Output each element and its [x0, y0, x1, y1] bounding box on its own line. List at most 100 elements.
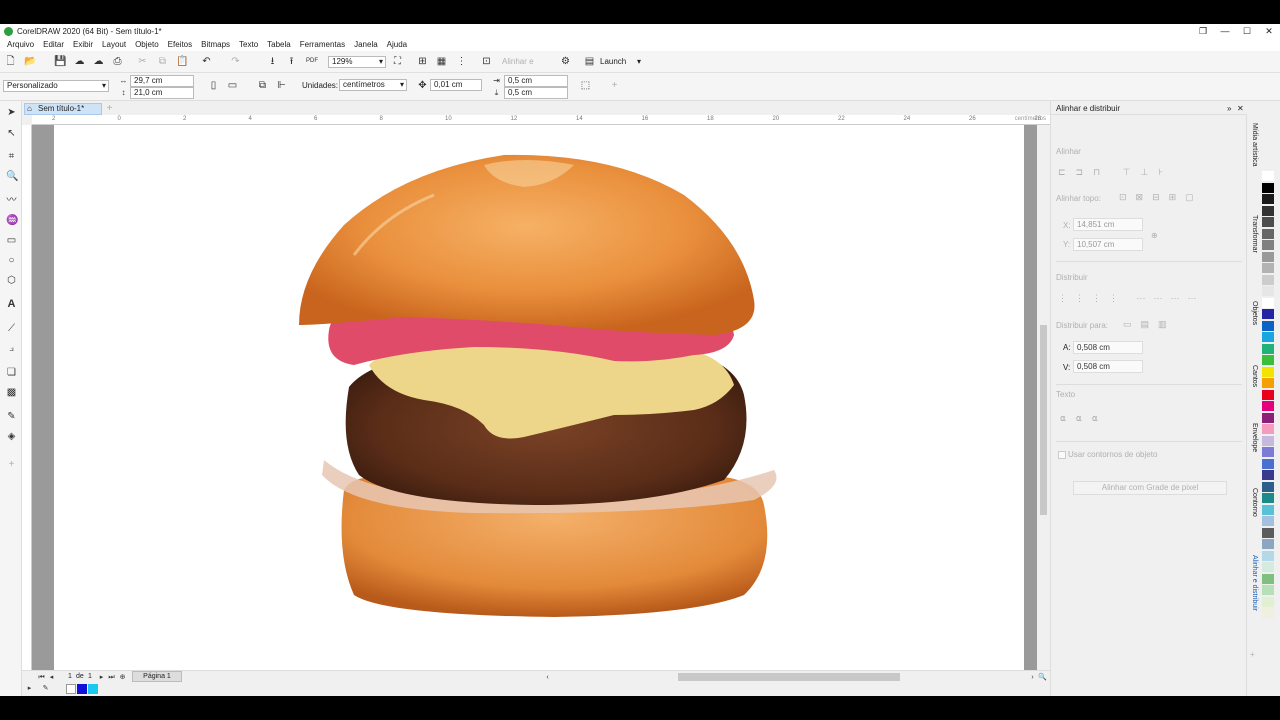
- docker-close-icon[interactable]: ✕: [1237, 104, 1244, 114]
- polygon-tool-icon[interactable]: ⬡: [6, 275, 17, 286]
- drawing-canvas[interactable]: [32, 125, 1037, 670]
- color-swatch[interactable]: [1262, 297, 1274, 309]
- page-tab[interactable]: Página 1: [132, 671, 182, 682]
- color-swatch[interactable]: [1262, 435, 1274, 447]
- show-rulers-icon[interactable]: ⊞: [417, 56, 428, 67]
- color-swatch[interactable]: [1262, 240, 1274, 251]
- units-select[interactable]: centímetros ▾: [339, 79, 407, 91]
- document-tab[interactable]: ⌂ Sem título-1*: [24, 103, 102, 115]
- blue-swatch[interactable]: [77, 684, 87, 694]
- show-grid-icon[interactable]: ▦: [436, 56, 447, 67]
- crop-tool-icon[interactable]: ⌗: [6, 151, 17, 162]
- launch-icon[interactable]: ▤: [584, 56, 595, 67]
- v-spacing-field[interactable]: 0,508 cm: [1073, 360, 1143, 373]
- transparency-tool-icon[interactable]: ▩: [6, 387, 17, 398]
- duplicate-x-field[interactable]: 0,5 cm: [504, 75, 568, 87]
- new-tab-icon[interactable]: +: [104, 103, 115, 114]
- menu-editar[interactable]: Editar: [43, 40, 64, 49]
- color-swatch[interactable]: [1262, 493, 1274, 504]
- outline-checkbox[interactable]: [1058, 451, 1066, 459]
- add-docker-icon[interactable]: +: [1250, 650, 1255, 660]
- color-swatch[interactable]: [1262, 585, 1274, 596]
- pick-tool-icon[interactable]: ➤: [6, 107, 17, 118]
- pdf-export-icon[interactable]: PDF: [306, 56, 318, 67]
- docker-tab-envelope[interactable]: Envelope: [1247, 423, 1261, 452]
- docker-expand-icon[interactable]: »: [1227, 104, 1231, 114]
- color-swatch[interactable]: [1262, 228, 1274, 240]
- import-icon[interactable]: ⭳: [267, 56, 278, 67]
- add-icon[interactable]: +: [609, 80, 620, 91]
- color-swatch[interactable]: [1262, 205, 1274, 217]
- color-swatch[interactable]: [1262, 366, 1274, 378]
- ellipse-tool-icon[interactable]: ○: [6, 255, 17, 266]
- color-swatch[interactable]: [1262, 596, 1274, 608]
- color-swatch[interactable]: [1262, 274, 1274, 286]
- full-screen-icon[interactable]: ⛶: [392, 56, 403, 67]
- color-swatch[interactable]: [1262, 263, 1274, 274]
- menu-exibir[interactable]: Exibir: [73, 40, 93, 49]
- docker-tab-align-distribute[interactable]: Alinhar e distribuir: [1247, 555, 1261, 611]
- portrait-icon[interactable]: ▯: [208, 80, 219, 91]
- palette-options-icon[interactable]: ▸: [24, 683, 35, 694]
- menu-objeto[interactable]: Objeto: [135, 40, 159, 49]
- docker-tab-transform[interactable]: Transformar: [1247, 215, 1261, 253]
- target-icon[interactable]: ⊕: [1151, 231, 1158, 241]
- docker-tab-contour[interactable]: Contorno: [1247, 488, 1261, 517]
- align-to-buttons[interactable]: ⊡⊠⊟⊞▢: [1119, 192, 1203, 203]
- drawing-page[interactable]: [54, 125, 1024, 670]
- color-swatch[interactable]: [1262, 251, 1274, 263]
- color-swatch[interactable]: [1262, 401, 1274, 412]
- launch-dropdown-icon[interactable]: ▾: [637, 57, 641, 67]
- drop-shadow-tool-icon[interactable]: ❏: [6, 367, 17, 378]
- docker-tab-corners[interactable]: Cantos: [1247, 365, 1261, 387]
- align-options-button[interactable]: Alinhar e: [502, 57, 534, 67]
- export-icon[interactable]: ⭱: [286, 56, 297, 67]
- color-swatch[interactable]: [1262, 447, 1274, 458]
- bleed-icon[interactable]: ⬚: [580, 80, 591, 91]
- copy-icon[interactable]: ⧉: [157, 56, 168, 67]
- page-preset-select[interactable]: Personalizado ▾: [3, 80, 109, 92]
- text-align-buttons[interactable]: ⍺⍺⍺: [1060, 413, 1108, 424]
- paste-icon[interactable]: 📋: [176, 56, 188, 67]
- menu-bitmaps[interactable]: Bitmaps: [201, 40, 230, 49]
- menu-tabela[interactable]: Tabela: [267, 40, 291, 49]
- docker-tab-objects[interactable]: Objetos: [1247, 301, 1261, 325]
- distribute-buttons[interactable]: ⋮⋮⋮⋮ ⋯⋯⋯⋯: [1058, 293, 1205, 304]
- duplicate-y-field[interactable]: 0,5 cm: [504, 87, 568, 99]
- horizontal-ruler[interactable]: 2 0 2 4 6 8 10 12 14 16 18 20 22 24 26 28 centímetros: [32, 115, 1050, 125]
- current-page-icon[interactable]: ⊩: [276, 80, 287, 91]
- color-swatch[interactable]: [1262, 171, 1274, 182]
- menu-arquivo[interactable]: Arquivo: [7, 40, 34, 49]
- shape-tool-icon[interactable]: ↖: [6, 128, 17, 139]
- maximize-button[interactable]: ☐: [1236, 24, 1258, 38]
- color-swatch[interactable]: [1262, 412, 1274, 424]
- redo-icon[interactable]: ↷: [230, 56, 241, 67]
- menu-texto[interactable]: Texto: [239, 40, 258, 49]
- text-tool-icon[interactable]: A: [6, 299, 17, 310]
- vertical-ruler[interactable]: [22, 125, 32, 670]
- vertical-scrollbar[interactable]: [1037, 125, 1050, 670]
- rectangle-tool-icon[interactable]: ▭: [6, 235, 17, 246]
- burger-image[interactable]: [54, 125, 1024, 670]
- color-swatch[interactable]: [1262, 470, 1274, 481]
- eyedropper-tool-icon[interactable]: ✎: [6, 411, 17, 422]
- distribute-to-buttons[interactable]: ▭▤▥: [1123, 319, 1176, 330]
- menu-layout[interactable]: Layout: [102, 40, 126, 49]
- all-pages-icon[interactable]: ⧉: [257, 80, 268, 91]
- restore-icon[interactable]: ❐: [1192, 24, 1214, 38]
- horizontal-scroll-thumb[interactable]: [678, 673, 900, 681]
- color-swatch[interactable]: [1262, 378, 1274, 389]
- snap-to-icon[interactable]: ⊡: [481, 56, 492, 67]
- cloud-upload-icon[interactable]: ☁: [74, 56, 85, 67]
- color-swatch[interactable]: [1262, 527, 1274, 539]
- freehand-tool-icon[interactable]: 〰: [6, 195, 17, 206]
- cloud-download-icon[interactable]: ☁: [93, 56, 104, 67]
- color-swatch[interactable]: [1262, 562, 1274, 573]
- interactive-fill-tool-icon[interactable]: ◈: [6, 431, 17, 442]
- color-swatch[interactable]: [1262, 573, 1274, 585]
- y-position-field[interactable]: 10,507 cm: [1073, 238, 1143, 251]
- page-height-field[interactable]: 21,0 cm: [130, 87, 194, 99]
- parallel-dimension-tool-icon[interactable]: ⟋: [6, 323, 17, 334]
- close-button[interactable]: ✕: [1258, 24, 1280, 38]
- zoom-level-combo[interactable]: 129% ▾: [328, 56, 386, 68]
